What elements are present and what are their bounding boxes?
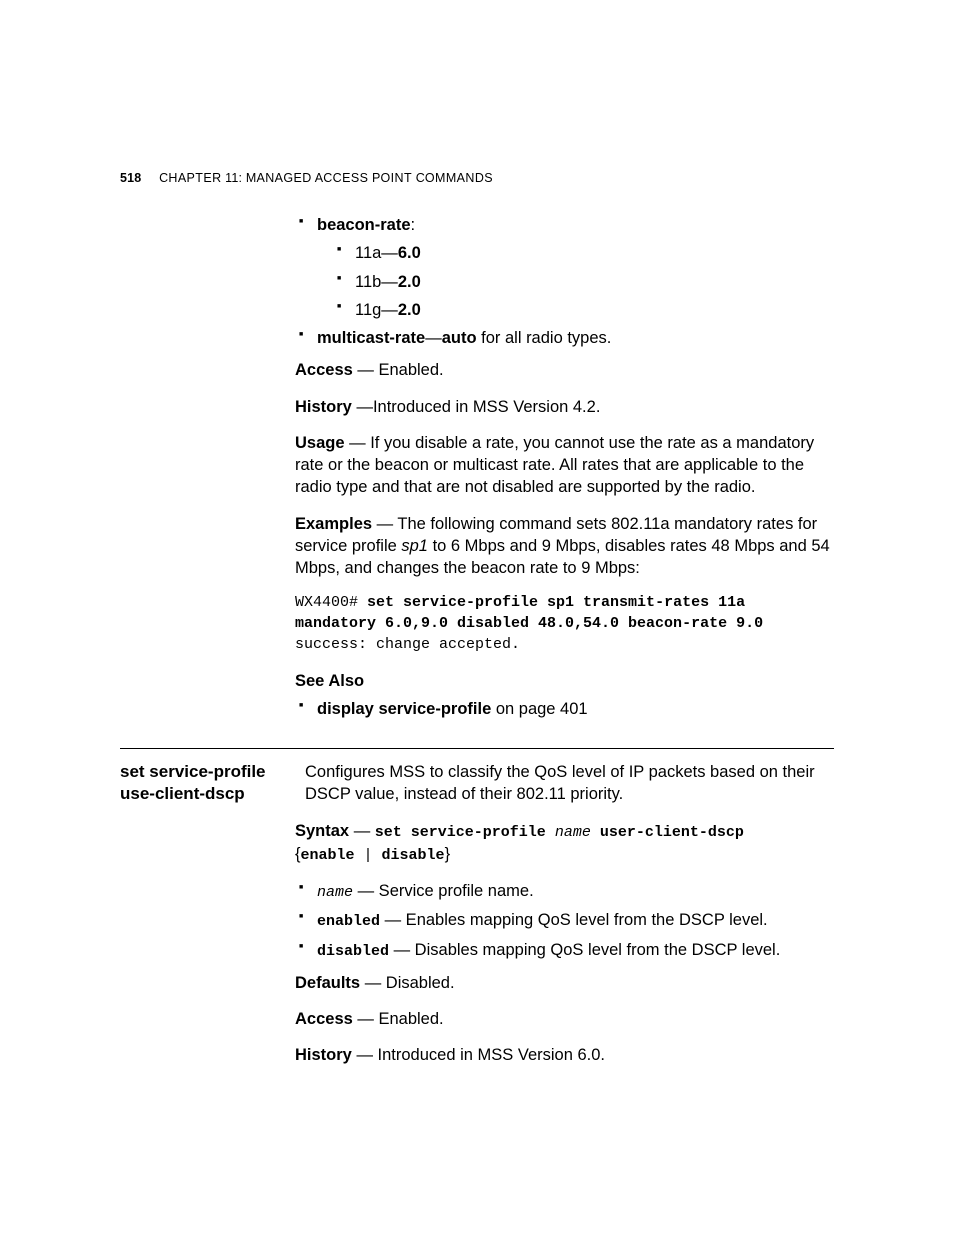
access-line: Access — Enabled. xyxy=(295,359,834,381)
beacon-11a: 11a—6.0 xyxy=(335,242,834,264)
sec2-access-label: Access xyxy=(295,1010,353,1028)
beacon-rate-colon: : xyxy=(411,216,416,234)
command-title: set service-profile use-client-dscp xyxy=(120,761,305,805)
rates-list: beacon-rate: 11a—6.0 11b—2.0 11g—2.0 mul… xyxy=(295,214,834,349)
multicast-rate-label: multicast-rate xyxy=(317,329,425,347)
syntax-cmd-pre: set service-profile xyxy=(375,824,555,841)
section-divider xyxy=(120,748,834,749)
command-section: set service-profile use-client-dscp Conf… xyxy=(295,761,834,820)
sec2-access-text: — Enabled. xyxy=(353,1010,444,1028)
beacon-rate-label: beacon-rate xyxy=(317,216,411,234)
sec2-history-line: History — Introduced in MSS Version 6.0. xyxy=(295,1044,834,1066)
example-code-block: WX4400# set service-profile sp1 transmit… xyxy=(295,593,834,655)
multicast-rate-suffix: for all radio types. xyxy=(477,329,612,347)
sec2-defaults-line: Defaults — Disabled. xyxy=(295,972,834,994)
code-prompt: WX4400# xyxy=(295,594,367,611)
see-also-heading: See Also xyxy=(295,670,834,692)
syntax-label: Syntax xyxy=(295,822,349,840)
beacon-11b: 11b—2.0 xyxy=(335,271,834,293)
syntax-line: Syntax — set service-profile name user-c… xyxy=(295,820,834,867)
access-label: Access xyxy=(295,361,353,379)
sec2-access-line: Access — Enabled. xyxy=(295,1008,834,1030)
see-also-link-text: display service-profile xyxy=(317,700,491,718)
param-name: name — Service profile name. xyxy=(295,880,834,903)
param-name-code: name xyxy=(317,884,353,901)
beacon-rate-sublist: 11a—6.0 11b—2.0 11g—2.0 xyxy=(335,242,834,321)
syntax-pipe: | xyxy=(355,847,382,864)
sec2-desc: Configures MSS to classify the QoS level… xyxy=(305,761,834,806)
param-disabled-text: — Disables mapping QoS level from the DS… xyxy=(389,941,780,959)
syntax-brace-close: } xyxy=(445,845,451,863)
sec2-history-text: — Introduced in MSS Version 6.0. xyxy=(352,1046,605,1064)
beacon-11b-pre: 11b— xyxy=(355,273,398,291)
see-also-page-ref: on page 401 xyxy=(491,700,587,718)
param-disabled-code: disabled xyxy=(317,943,389,960)
usage-paragraph: Usage — If you disable a rate, you canno… xyxy=(295,432,834,499)
beacon-11b-val: 2.0 xyxy=(398,273,421,291)
access-text: — Enabled. xyxy=(353,361,444,379)
multicast-rate-item: multicast-rate—auto for all radio types. xyxy=(295,327,834,349)
param-enabled-code: enabled xyxy=(317,913,380,930)
see-also-list: display service-profile on page 401 xyxy=(295,698,834,720)
multicast-rate-dash: — xyxy=(425,329,442,347)
beacon-11a-val: 6.0 xyxy=(398,244,421,262)
history-text: —Introduced in MSS Version 4.2. xyxy=(352,398,601,416)
page-number: 518 xyxy=(120,171,141,185)
history-label: History xyxy=(295,398,352,416)
multicast-rate-val: auto xyxy=(442,329,477,347)
beacon-11g-val: 2.0 xyxy=(398,301,421,319)
beacon-11a-pre: 11a— xyxy=(355,244,398,262)
examples-paragraph: Examples — The following command sets 80… xyxy=(295,513,834,580)
sec2-history-label: History xyxy=(295,1046,352,1064)
param-list: name — Service profile name. enabled — E… xyxy=(295,880,834,962)
chapter-label: CHAPTER 11: MANAGED ACCESS POINT COMMAND… xyxy=(159,171,493,185)
syntax-enable: enable xyxy=(301,847,355,864)
param-disabled: disabled — Disables mapping QoS level fr… xyxy=(295,939,834,962)
syntax-name-token: name xyxy=(555,824,591,841)
param-name-text: — Service profile name. xyxy=(353,882,534,900)
sec2-defaults-label: Defaults xyxy=(295,974,360,992)
usage-label: Usage xyxy=(295,434,345,452)
history-line: History —Introduced in MSS Version 4.2. xyxy=(295,396,834,418)
syntax-cmd-post: user-client-dscp xyxy=(591,824,744,841)
param-enabled: enabled — Enables mapping QoS level from… xyxy=(295,909,834,932)
command-description: Configures MSS to classify the QoS level… xyxy=(305,761,834,820)
page: 518 CHAPTER 11: MANAGED ACCESS POINT COM… xyxy=(0,0,954,1235)
sec2-defaults-text: — Disabled. xyxy=(360,974,454,992)
code-result: success: change accepted. xyxy=(295,636,520,653)
usage-text: — If you disable a rate, you cannot use … xyxy=(295,434,814,497)
beacon-11g-pre: 11g— xyxy=(355,301,398,319)
running-header: 518 CHAPTER 11: MANAGED ACCESS POINT COM… xyxy=(120,170,493,187)
syntax-dash: — xyxy=(349,822,375,840)
body-column: beacon-rate: 11a—6.0 11b—2.0 11g—2.0 mul… xyxy=(295,214,834,1067)
beacon-rate-item: beacon-rate: 11a—6.0 11b—2.0 11g—2.0 xyxy=(295,214,834,321)
beacon-11g: 11g—2.0 xyxy=(335,299,834,321)
syntax-disable: disable xyxy=(382,847,445,864)
see-also-item: display service-profile on page 401 xyxy=(295,698,834,720)
examples-sp1: sp1 xyxy=(401,537,428,555)
param-enabled-text: — Enables mapping QoS level from the DSC… xyxy=(380,911,768,929)
examples-label: Examples xyxy=(295,515,372,533)
